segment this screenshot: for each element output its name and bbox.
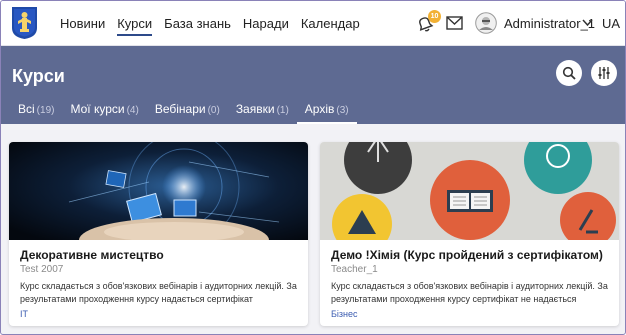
course-description: Курс складається з обов'язкових вебінарі… bbox=[331, 281, 608, 304]
nav-meetings[interactable]: Наради bbox=[243, 16, 289, 36]
course-title[interactable]: Демо !Хімія (Курс пройдений з сертифікат… bbox=[331, 248, 603, 262]
app-window: Новини Курси База знань Наради Календар … bbox=[0, 0, 626, 335]
tab-archive[interactable]: Архів (3) bbox=[296, 102, 357, 124]
filter-button[interactable] bbox=[591, 60, 617, 86]
course-tag[interactable]: IT bbox=[20, 309, 28, 319]
tab-requests[interactable]: Заявки (1) bbox=[228, 102, 297, 124]
search-icon bbox=[562, 66, 576, 80]
course-tag[interactable]: Бізнес bbox=[331, 309, 358, 319]
nav-courses[interactable]: Курси bbox=[117, 16, 153, 36]
tab-label: Архів bbox=[304, 102, 335, 116]
user-avatar-icon[interactable] bbox=[475, 12, 497, 34]
course-card[interactable]: Декоративне мистецтво Test 2007 Курс скл… bbox=[9, 142, 308, 326]
tab-label: Всі bbox=[18, 102, 35, 116]
top-navigation-bar: Новини Курси База знань Наради Календар … bbox=[1, 1, 625, 46]
page-title: Курси bbox=[12, 66, 65, 86]
tab-count: (4) bbox=[126, 105, 139, 116]
notification-badge: 10 bbox=[428, 10, 441, 23]
course-image bbox=[9, 142, 308, 240]
course-author: Teacher_1 bbox=[331, 264, 378, 275]
tab-count: (0) bbox=[207, 105, 220, 116]
search-button[interactable] bbox=[556, 60, 582, 86]
tab-label: Вебінари bbox=[154, 102, 206, 116]
filter-sliders-icon bbox=[598, 67, 610, 79]
nav-calendar[interactable]: Календар bbox=[301, 16, 360, 36]
city-logo-icon[interactable] bbox=[11, 6, 38, 40]
mail-icon[interactable] bbox=[446, 16, 463, 30]
course-tabs: Всі (19) Мої курси (4) Вебінари (0) Заявки(… bbox=[1, 102, 357, 124]
course-image bbox=[320, 142, 619, 240]
course-title[interactable]: Декоративне мистецтво bbox=[20, 248, 164, 262]
tab-label: Заявки bbox=[235, 102, 275, 116]
tab-my-courses[interactable]: Мої курси (4) bbox=[62, 102, 146, 124]
page-header: Курси Всі (19) Мої курси (4) Вебінари (0… bbox=[1, 46, 625, 124]
course-author: Test 2007 bbox=[20, 264, 64, 275]
tab-label: Мої курси bbox=[70, 102, 125, 116]
chevron-down-icon[interactable] bbox=[582, 19, 593, 27]
tab-count: (19) bbox=[36, 105, 55, 116]
course-description: Курс складається з обов'язкових вебінарі… bbox=[20, 281, 297, 304]
tab-all[interactable]: Всі (19) bbox=[1, 102, 62, 124]
nav-knowledge-base[interactable]: База знань bbox=[164, 16, 231, 36]
main-nav: Новини Курси База знань Наради Календар bbox=[60, 16, 360, 36]
tab-count: (3) bbox=[336, 105, 349, 116]
nav-news[interactable]: Новини bbox=[60, 16, 105, 36]
tab-webinars[interactable]: Вебінари (0) bbox=[147, 102, 228, 124]
tab-count: (1) bbox=[276, 105, 289, 116]
course-card[interactable]: Демо !Хімія (Курс пройдений з сертифікат… bbox=[320, 142, 619, 326]
language-switcher[interactable]: UA bbox=[602, 16, 620, 31]
